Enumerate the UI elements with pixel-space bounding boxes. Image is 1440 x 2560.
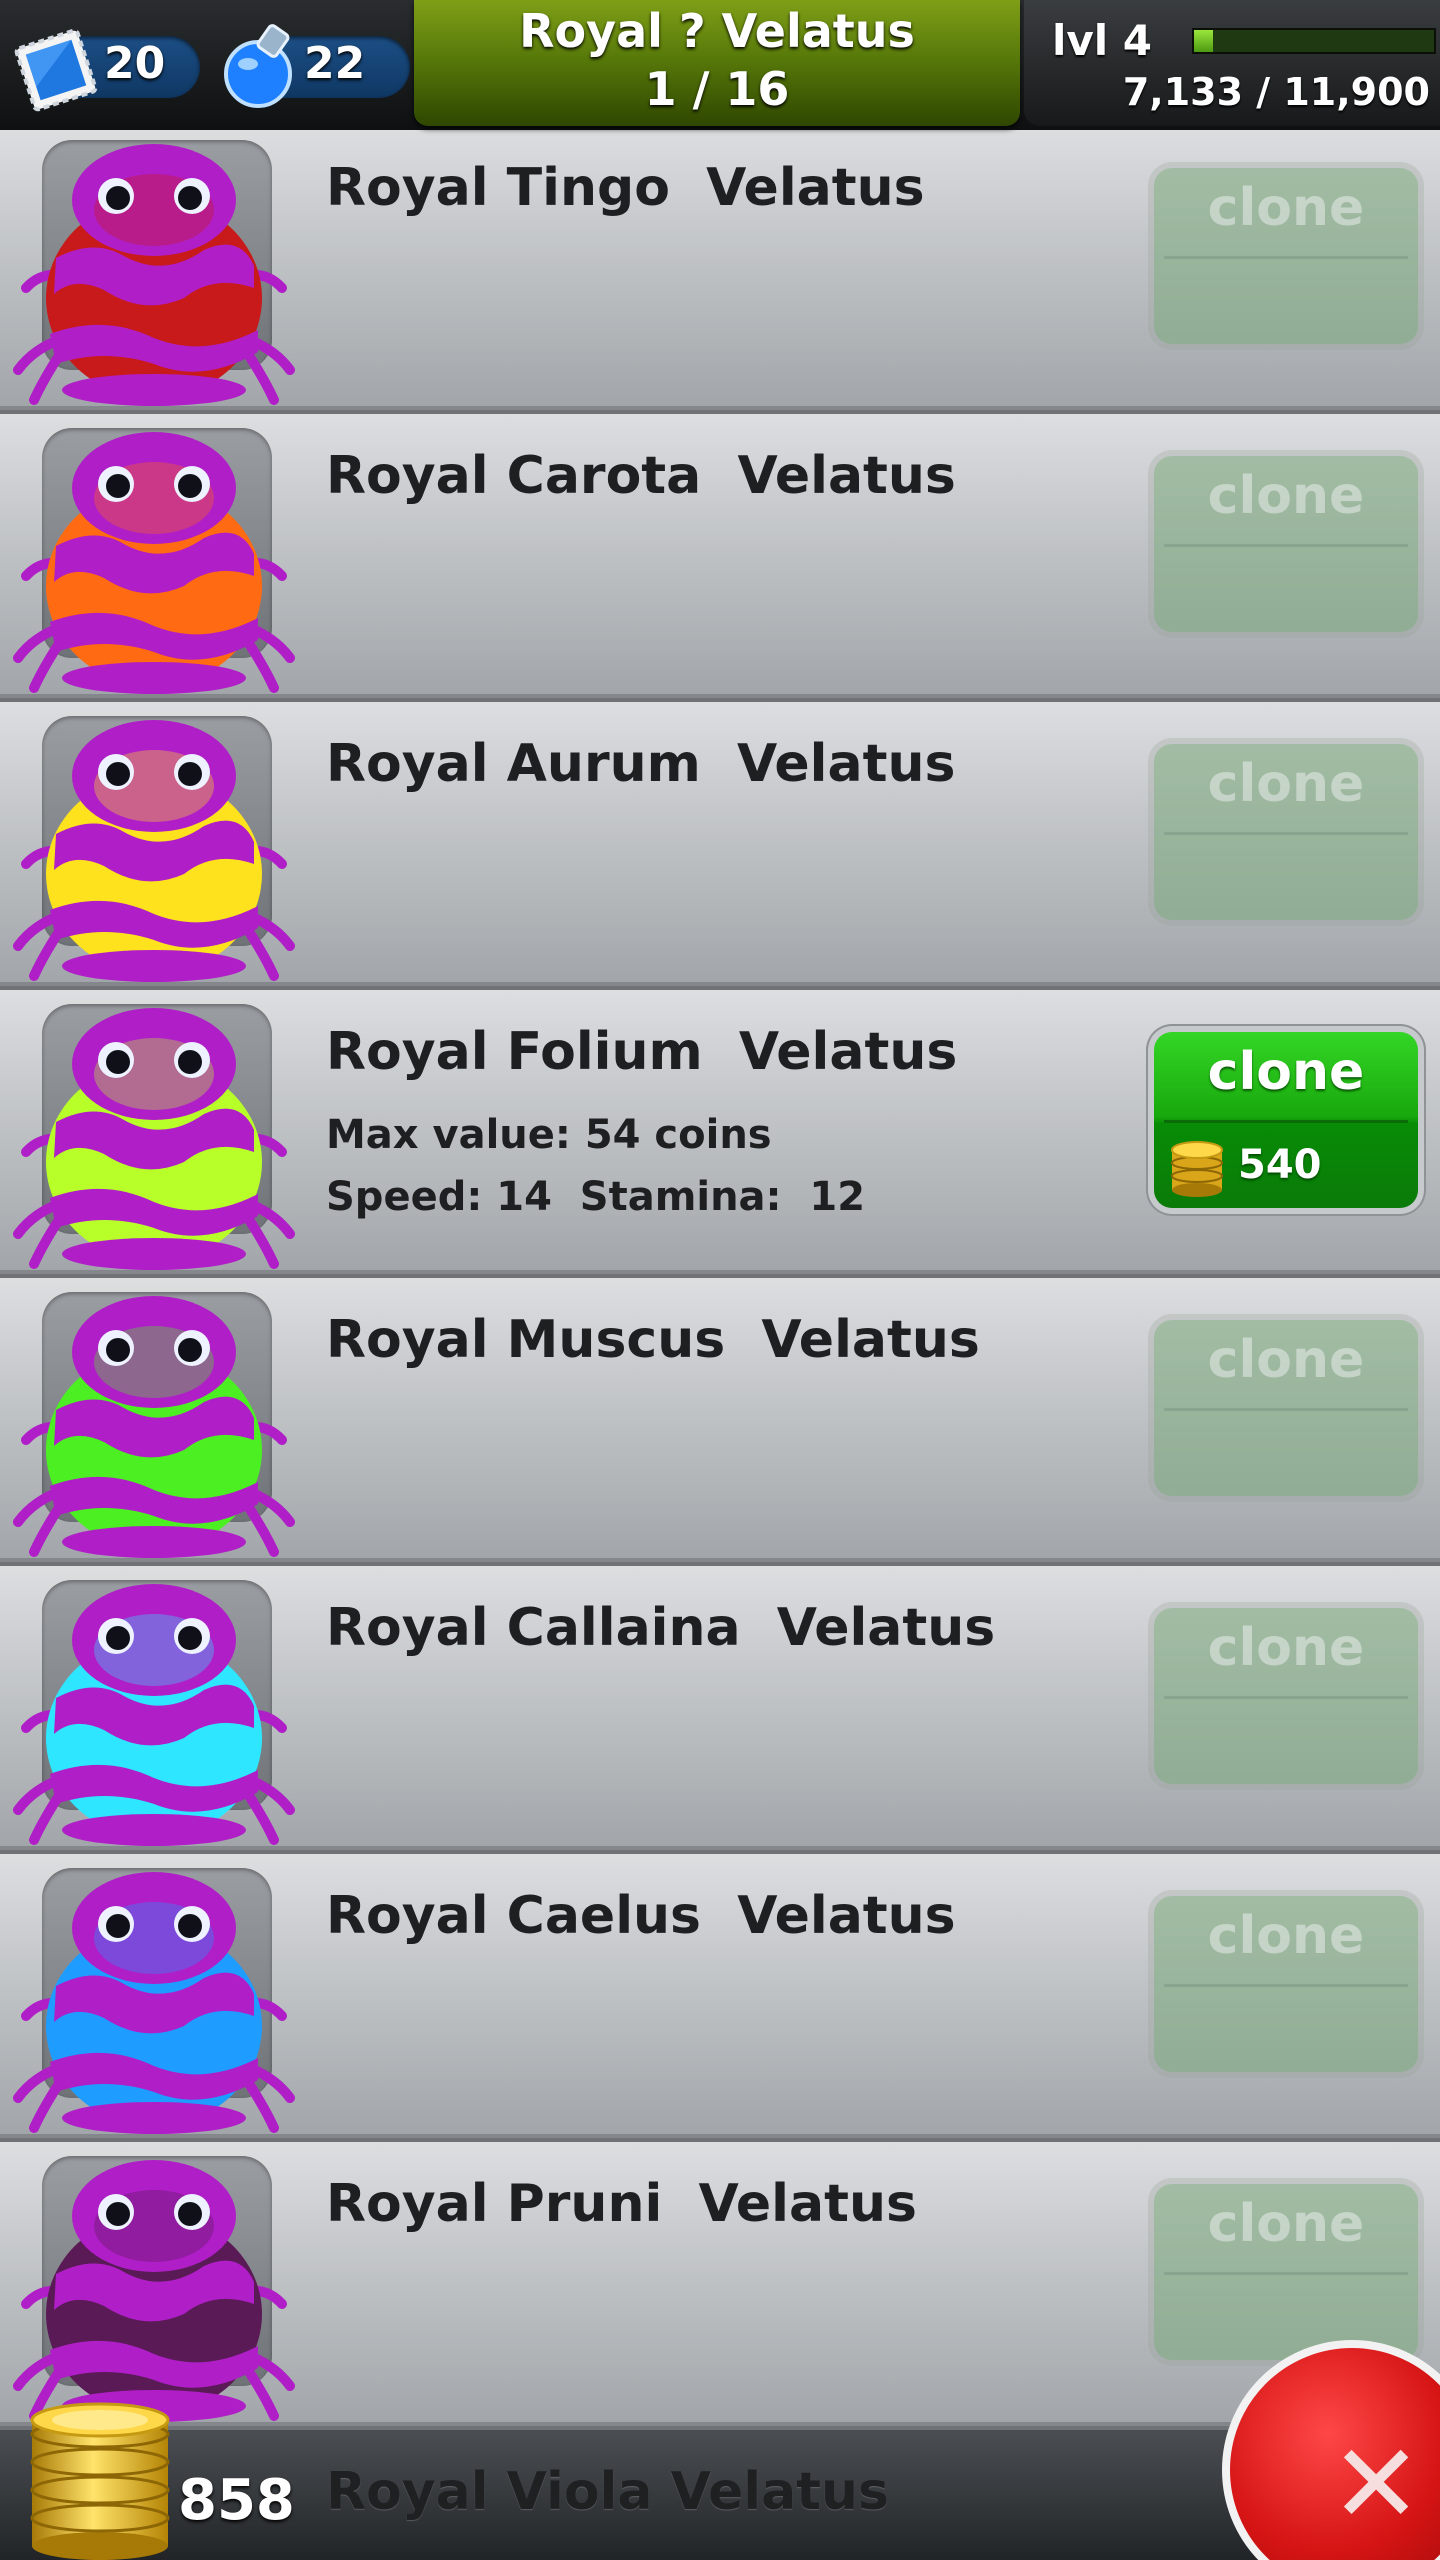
button-divider [1164,256,1408,259]
coin-total: 858 [178,2468,295,2533]
frog-name: Royal Pruni Velatus [326,2174,917,2234]
title-panel: Royal ? Velatus 1 / 16 [414,0,1020,126]
frog-name: Royal Muscus Velatus [326,1310,980,1370]
clone-button: clone [1154,168,1418,344]
frog-icon [13,432,295,694]
button-divider [1164,832,1408,835]
frog-name: Royal Callaina Velatus [326,1598,996,1658]
page-title: Royal ? Velatus [519,4,915,58]
clone-button: clone [1154,1320,1418,1496]
clone-button: clone [1154,1608,1418,1784]
frog-icon [13,1584,295,1846]
clone-label: clone [1207,178,1365,238]
potions-count: 22 [304,38,366,89]
frog-name: Royal Tingo Velatus [326,158,925,218]
clone-button: clone [1154,2184,1418,2360]
button-divider [1164,2272,1408,2275]
top-bar: 20 22 Royal ? Velatus 1 / 16 lvl 4 7,133… [0,0,1440,130]
list-item[interactable]: Royal Carota Velatus clone [0,414,1440,698]
button-divider [1164,544,1408,547]
clone-label: clone [1207,2194,1365,2254]
frog-icon [13,1296,295,1558]
clone-price: 540 [1238,1142,1322,1188]
clone-label: clone [1207,1906,1365,1966]
button-divider [1164,1984,1408,1987]
level-panel: lvl 4 7,133 / 11,900 [1024,0,1440,126]
clone-label: clone [1207,1618,1365,1678]
frog-name: Royal Aurum Velatus [326,734,956,794]
xp-text: 7,133 / 11,900 [1122,70,1430,114]
list-item[interactable]: Royal Caelus Velatus clone [0,1854,1440,2138]
stamp-icon [14,28,98,112]
clone-button: clone [1154,744,1418,920]
button-divider [1164,1120,1408,1123]
clone-label: clone [1207,1042,1365,1102]
clone-label: clone [1207,1330,1365,1390]
close-icon: ✕ [1330,2420,1423,2548]
coin-icon [1171,1141,1223,1197]
clone-button: clone [1154,1896,1418,2072]
xp-bar-fill [1194,30,1214,52]
clone-button[interactable]: clone 540 [1154,1032,1418,1208]
xp-bar [1192,28,1436,54]
coin-icon [30,2402,170,2560]
frog-max-value: Max value: 54 coins [326,1112,772,1158]
frog-icon [13,1872,295,2134]
frog-name: Royal Caelus Velatus [326,1886,956,1946]
button-divider [1164,1408,1408,1411]
frog-icon [13,720,295,982]
frog-name: Royal Carota Velatus [326,446,956,506]
page-counter: 1 / 16 [644,62,790,116]
frog-name: Royal Folium Velatus [326,1022,958,1082]
potion-icon [224,24,292,108]
clone-label: clone [1207,754,1365,814]
stamps-count: 20 [104,38,166,89]
frog-icon [13,1008,295,1270]
frog-icon [13,144,295,406]
frog-stats: Speed: 14 Stamina: 12 [326,1174,866,1220]
clone-label: clone [1207,466,1365,526]
level-label: lvl 4 [1052,16,1153,65]
list-item[interactable]: Royal Pruni Velatus clone [0,2142,1440,2426]
next-frog-name: Royal Viola Velatus [326,2462,889,2522]
list-item[interactable]: Royal Tingo Velatus clone [0,126,1440,410]
list-item[interactable]: Royal Muscus Velatus clone [0,1278,1440,1562]
clone-button: clone [1154,456,1418,632]
list-item[interactable]: Royal Folium Velatus Max value: 54 coins… [0,990,1440,1274]
list-item[interactable]: Royal Callaina Velatus clone [0,1566,1440,1850]
button-divider [1164,1696,1408,1699]
list-item[interactable]: Royal Aurum Velatus clone [0,702,1440,986]
